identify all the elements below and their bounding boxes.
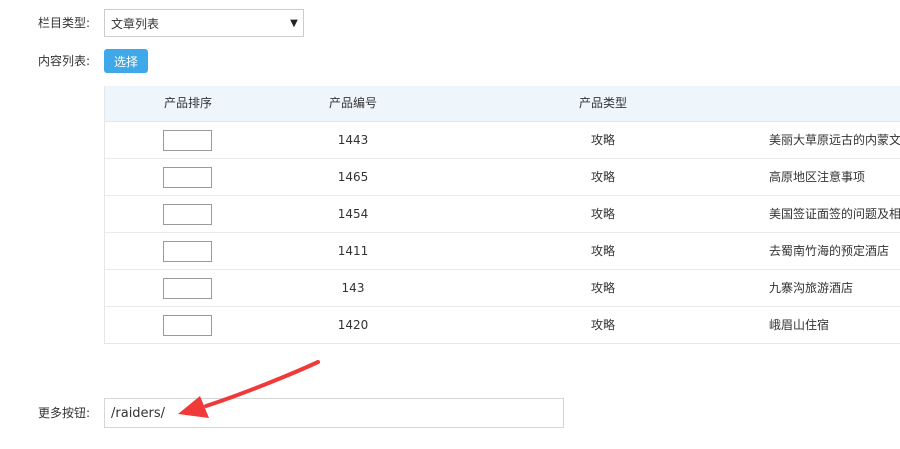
product-type: 攻略 (590, 281, 615, 295)
column-type-selected-value: 文章列表 (111, 16, 160, 31)
table-row: 1420 攻略 峨眉山住宿 (105, 307, 900, 343)
product-id: 1420 (337, 318, 369, 332)
header-product-id: 产品编号 (328, 96, 377, 110)
table-row: 1454 攻略 美国签证面签的问题及相 (105, 196, 900, 233)
table-row: 1411 攻略 去蜀南竹海的预定酒店 (105, 233, 900, 270)
header-sort: 产品排序 (163, 96, 212, 110)
column-type-label: 栏目类型: (38, 16, 91, 30)
product-id: 143 (341, 281, 365, 295)
product-id: 1454 (337, 207, 369, 221)
product-title: 去蜀南竹海的预定酒店 (769, 244, 890, 258)
more-button-url-input[interactable] (104, 398, 564, 428)
product-type: 攻略 (590, 318, 615, 332)
header-title (769, 86, 900, 121)
more-button-label: 更多按钮: (38, 406, 91, 420)
product-id: 1465 (337, 170, 369, 184)
product-type: 攻略 (590, 133, 615, 147)
sort-order-input[interactable] (163, 130, 212, 151)
column-type-select[interactable]: 文章列表 ▼ (104, 9, 304, 37)
product-title: 九寨沟旅游酒店 (769, 281, 854, 295)
content-table: 产品排序 产品编号 产品类型 1443 攻略 美丽大草原远古的内蒙文 1465 … (104, 86, 900, 344)
sort-order-input[interactable] (163, 315, 212, 336)
content-list-label: 内容列表: (38, 54, 91, 68)
sort-order-input[interactable] (163, 278, 212, 299)
product-id: 1443 (337, 133, 369, 147)
table-header: 产品排序 产品编号 产品类型 (105, 86, 900, 122)
chevron-down-icon: ▼ (290, 17, 298, 29)
sort-order-input[interactable] (163, 241, 212, 262)
product-title: 美丽大草原远古的内蒙文 (769, 133, 900, 147)
product-type: 攻略 (590, 244, 615, 258)
sort-order-input[interactable] (163, 204, 212, 225)
product-title: 峨眉山住宿 (769, 318, 830, 332)
product-type: 攻略 (590, 170, 615, 184)
product-title: 高原地区注意事项 (769, 170, 866, 184)
product-id: 1411 (337, 244, 369, 258)
product-title: 美国签证面签的问题及相 (769, 207, 900, 221)
table-row: 1443 攻略 美丽大草原远古的内蒙文 (105, 122, 900, 159)
sort-order-input[interactable] (163, 167, 212, 188)
product-type: 攻略 (590, 207, 615, 221)
table-row: 143 攻略 九寨沟旅游酒店 (105, 270, 900, 307)
table-row: 1465 攻略 高原地区注意事项 (105, 159, 900, 196)
choose-button[interactable]: 选择 (104, 49, 148, 73)
header-product-type: 产品类型 (578, 96, 627, 110)
